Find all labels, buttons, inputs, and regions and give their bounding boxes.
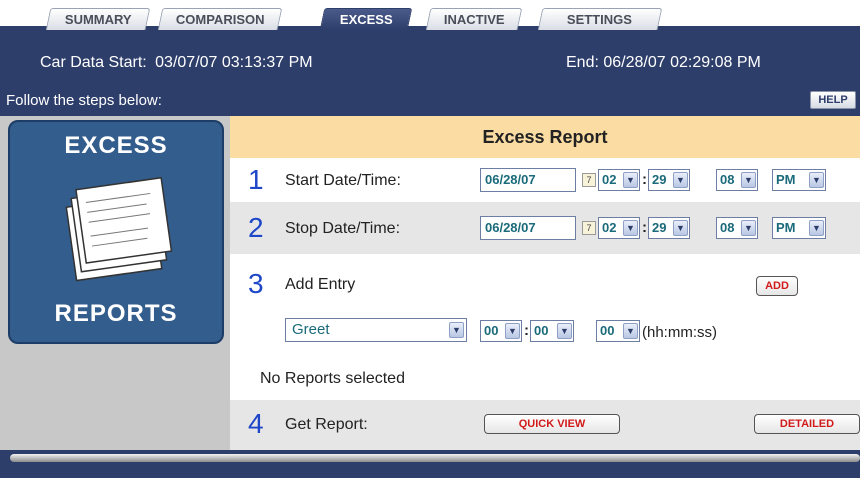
add-button[interactable]: ADD (756, 276, 798, 296)
help-button[interactable]: HELP (810, 91, 856, 109)
stop-ampm-select[interactable]: PM ▼ (772, 217, 826, 239)
start-calendar-icon[interactable]: 7 (582, 173, 596, 187)
chevron-down-icon: ▼ (809, 172, 824, 188)
car-data-end: End: 06/28/07 02:29:08 PM (566, 54, 761, 72)
left-panel: EXCESS REPORTS (0, 116, 230, 450)
tab-settings[interactable]: SETTINGS (537, 8, 663, 30)
step-4-row: 4 Get Report: QUICK VIEW DETAILED (230, 400, 860, 450)
chevron-down-icon: ▼ (673, 172, 688, 188)
step-4-number: 4 (248, 408, 264, 439)
report-papers-icon (65, 176, 173, 282)
car-data-start-label: Car Data Start: (40, 54, 147, 71)
step-2-row: 2 Stop Date/Time: 06/28/07 7 02 ▼ : 29 ▼ 0… (230, 202, 860, 254)
end-value: 06/28/07 02:29:08 PM (603, 54, 761, 71)
card-title: EXCESS (64, 132, 168, 159)
get-report-label: Get Report: (285, 416, 368, 433)
chevron-down-icon: ▼ (673, 220, 688, 236)
start-hour-select[interactable]: 02 ▼ (598, 169, 640, 191)
chevron-down-icon: ▼ (623, 323, 638, 339)
excess-reports-card: EXCESS REPORTS (8, 120, 224, 344)
end-label: End: (566, 54, 599, 71)
instructions-text: Follow the steps below: (6, 92, 162, 109)
footer-shine (10, 454, 860, 462)
start-ampm-select[interactable]: PM ▼ (772, 169, 826, 191)
chevron-down-icon: ▼ (449, 322, 464, 338)
step-1-row: 1 Start Date/Time: 06/28/07 7 02 ▼ : 29 ▼ … (230, 158, 860, 202)
step-2-number: 2 (248, 212, 264, 243)
quick-view-button[interactable]: QUICK VIEW (484, 414, 620, 434)
chevron-down-icon: ▼ (623, 220, 638, 236)
stop-second-select[interactable]: 08 ▼ (716, 217, 758, 239)
stop-calendar-icon[interactable]: 7 (582, 221, 596, 235)
hh-select[interactable]: 00 ▼ (480, 320, 522, 342)
chevron-down-icon: ▼ (557, 323, 572, 339)
chevron-down-icon: ▼ (741, 172, 756, 188)
ss-select[interactable]: 00 ▼ (596, 320, 640, 342)
chevron-down-icon: ▼ (741, 220, 756, 236)
car-data-start: Car Data Start: 03/07/07 03:13:37 PM (40, 54, 313, 72)
stop-minute-select[interactable]: 29 ▼ (648, 217, 690, 239)
entry-type-select[interactable]: Greet ▼ (285, 318, 467, 342)
step-1-number: 1 (248, 164, 264, 195)
stop-datetime-label: Stop Date/Time: (285, 220, 401, 237)
step-3-number: 3 (248, 268, 264, 299)
start-datetime-label: Start Date/Time: (285, 172, 401, 189)
time-colon: : (642, 219, 647, 236)
step-3-row: 3 Add Entry ADD Greet ▼ 00 ▼ : 00 ▼ 00 ▼ (h… (230, 254, 860, 400)
detailed-button[interactable]: DETAILED (754, 414, 860, 434)
tab-summary[interactable]: SUMMARY (45, 8, 151, 30)
header-band: Car Data Start: 03/07/07 03:13:37 PM End… (0, 38, 860, 116)
card-footer: REPORTS (54, 300, 178, 327)
car-data-start-value: 03/07/07 03:13:37 PM (155, 54, 313, 71)
no-reports-text: No Reports selected (260, 370, 405, 387)
time-colon: : (642, 171, 647, 188)
tab-comparison[interactable]: COMPARISON (157, 8, 283, 30)
mm-select[interactable]: 00 ▼ (530, 320, 574, 342)
start-minute-select[interactable]: 29 ▼ (648, 169, 690, 191)
start-date-field[interactable]: 06/28/07 (480, 168, 576, 192)
chevron-down-icon: ▼ (505, 323, 520, 339)
tab-excess[interactable]: EXCESS (319, 8, 413, 30)
add-entry-label: Add Entry (285, 276, 356, 293)
chevron-down-icon: ▼ (623, 172, 638, 188)
stop-hour-select[interactable]: 02 ▼ (598, 217, 640, 239)
hms-format-label: (hh:mm:ss) (642, 324, 717, 341)
time-colon: : (524, 322, 529, 339)
start-second-select[interactable]: 08 ▼ (716, 169, 758, 191)
stop-date-field[interactable]: 06/28/07 (480, 216, 576, 240)
excess-report-panel: Excess Report 1 Start Date/Time: 06/28/0… (230, 116, 860, 450)
tab-inactive[interactable]: INACTIVE (425, 8, 523, 30)
chevron-down-icon: ▼ (809, 220, 824, 236)
report-title: Excess Report (230, 116, 860, 158)
